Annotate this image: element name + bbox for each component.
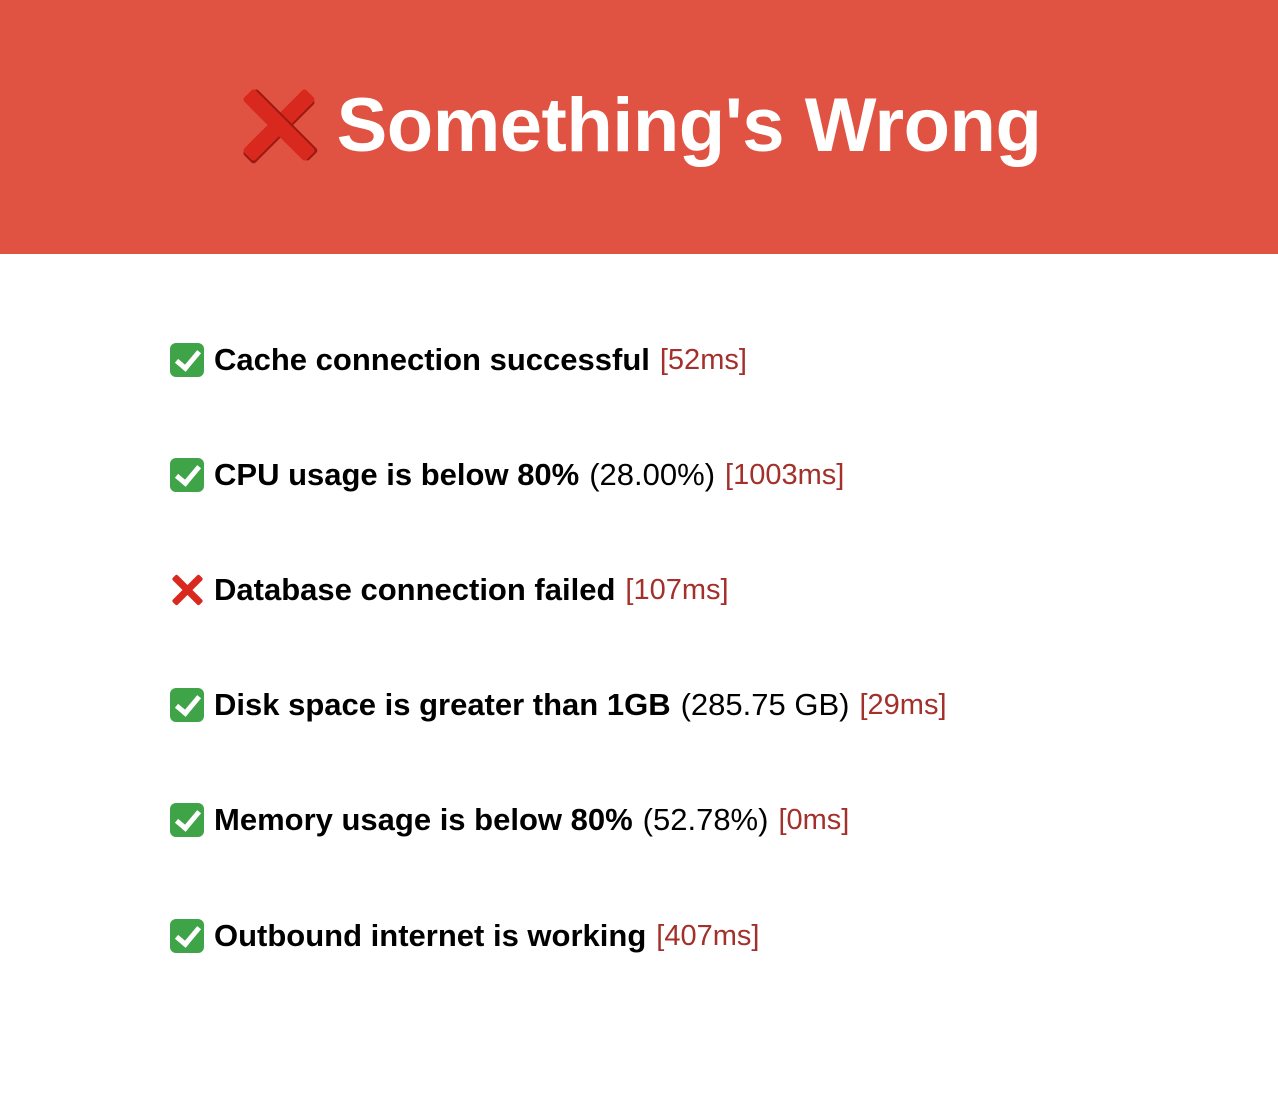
cross-mark-icon (170, 573, 204, 607)
check-mark-icon (170, 688, 204, 722)
check-label: Outbound internet is working (214, 918, 647, 953)
check-time: [0ms] (778, 803, 850, 836)
check-time: [29ms] (859, 688, 947, 721)
check-mark-icon (170, 458, 204, 492)
cross-mark-icon (237, 83, 321, 167)
check-time: [407ms] (656, 919, 760, 952)
check-mark-icon (170, 343, 204, 377)
check-row-disk: Disk space is greater than 1GB (285.75 G… (170, 675, 947, 735)
check-row-cpu: CPU usage is below 80% (28.00%) [1003ms] (170, 445, 844, 505)
check-label: Disk space is greater than 1GB (214, 687, 671, 722)
check-detail: (52.78%) (642, 802, 769, 837)
check-mark-icon (170, 919, 204, 953)
check-row-database: Database connection failed [107ms] (170, 560, 729, 620)
check-time: [1003ms] (725, 458, 845, 491)
check-time: [107ms] (625, 573, 729, 606)
check-time: [52ms] (659, 343, 747, 376)
check-label: Memory usage is below 80% (214, 802, 633, 837)
check-row-cache: Cache connection successful [52ms] (170, 330, 747, 390)
status-banner-content: Something's Wrong (237, 82, 1042, 169)
status-banner: Something's Wrong (0, 0, 1278, 254)
check-row-internet: Outbound internet is working [407ms] (170, 906, 759, 966)
check-label: Database connection failed (214, 572, 616, 607)
check-label: Cache connection successful (214, 342, 650, 377)
check-label: CPU usage is below 80% (214, 457, 580, 492)
page-title: Something's Wrong (336, 82, 1042, 168)
check-mark-icon (170, 803, 204, 837)
check-detail: (28.00%) (589, 457, 716, 492)
check-row-memory: Memory usage is below 80% (52.78%) [0ms] (170, 790, 849, 850)
check-detail: (285.75 GB) (680, 687, 850, 722)
